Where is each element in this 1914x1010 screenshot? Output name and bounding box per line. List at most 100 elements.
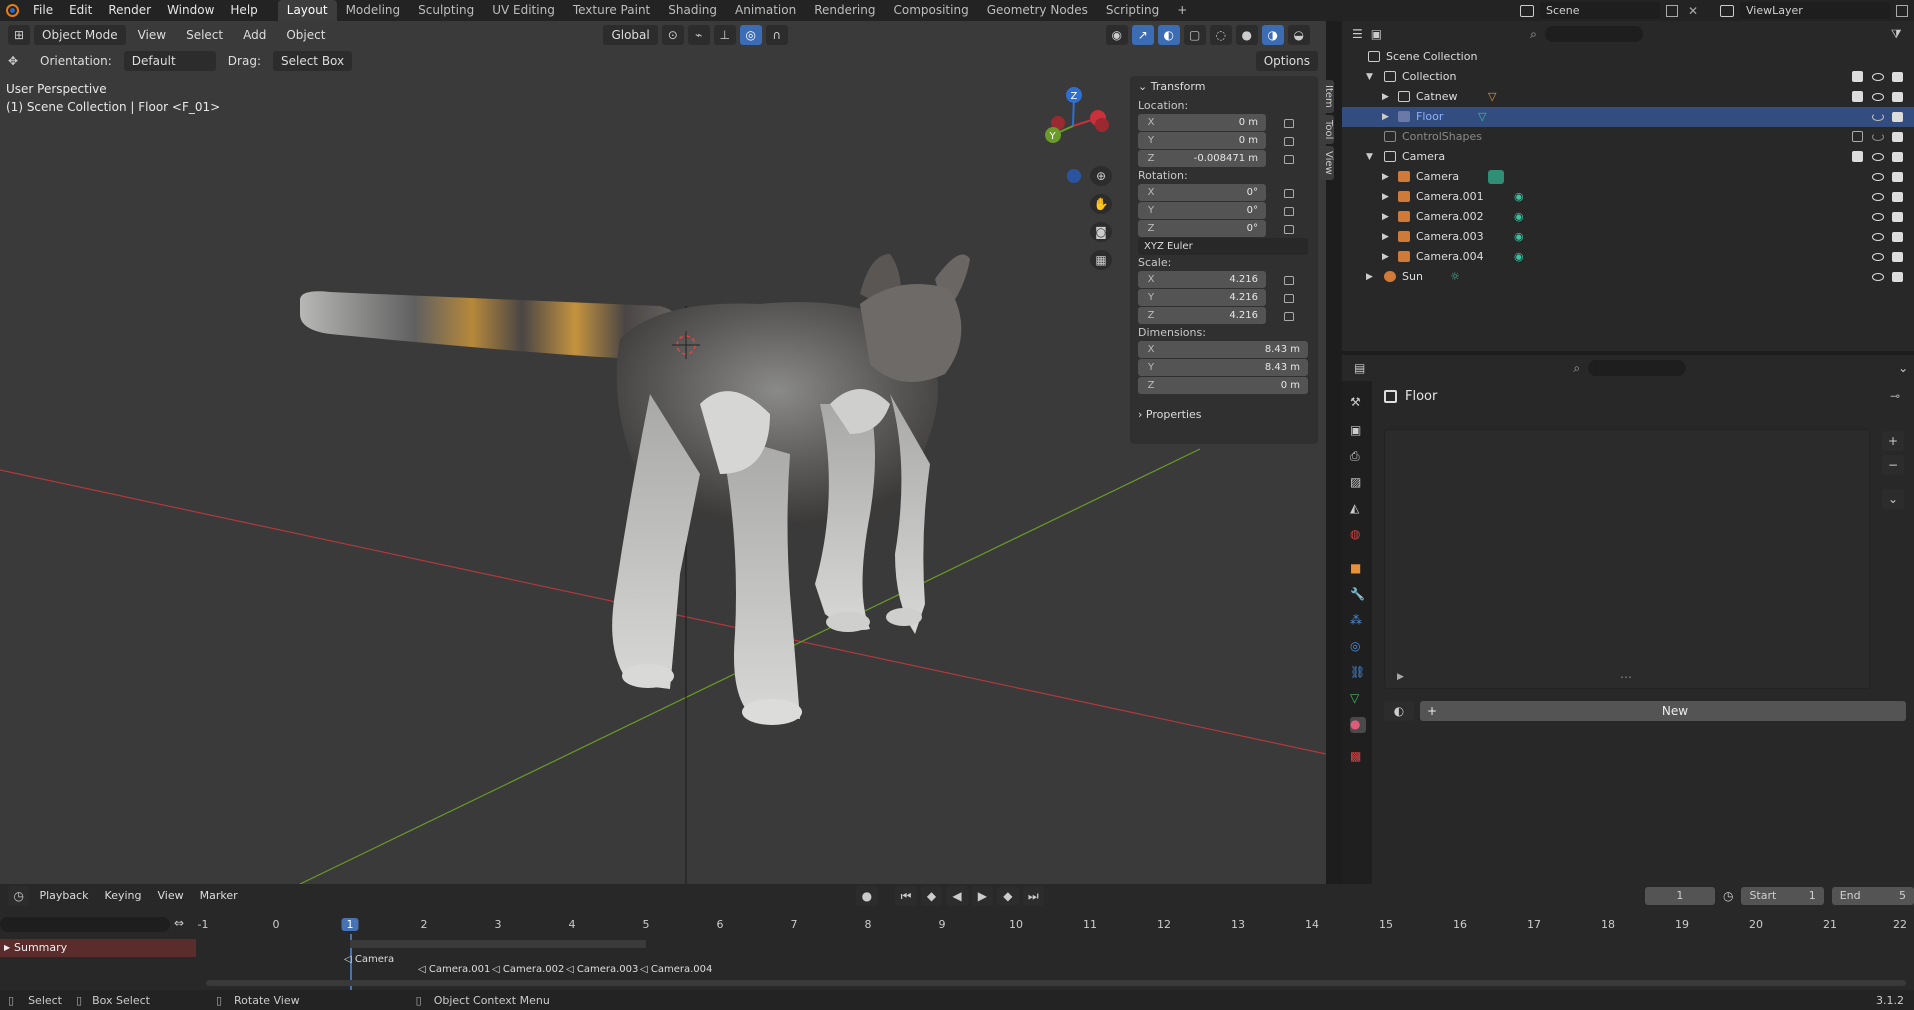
checkbox-icon[interactable] — [1852, 91, 1863, 102]
expand-arrow-icon[interactable]: ▶ — [1382, 227, 1389, 247]
prev-keyframe-icon[interactable]: ◆ — [920, 886, 943, 906]
workspace-tab-animation[interactable]: Animation — [726, 0, 805, 21]
rendered-shading-icon[interactable]: ◒ — [1287, 24, 1310, 45]
dimensions-x-field[interactable]: X 8.43 m — [1138, 341, 1308, 358]
workspace-tab-geometry-nodes[interactable]: Geometry Nodes — [978, 0, 1097, 21]
workspace-tab-uv-editing[interactable]: UV Editing — [483, 0, 564, 21]
new-scene-icon[interactable] — [1666, 4, 1678, 17]
outliner-row-camera-002[interactable]: ▶ Camera.002 ◉ — [1342, 207, 1914, 227]
remove-slot-icon[interactable]: − — [1882, 455, 1904, 475]
preview-range-icon[interactable]: ◷ — [1723, 889, 1733, 903]
lock-icon[interactable] — [1284, 188, 1294, 198]
options-button[interactable]: Options — [1255, 51, 1318, 71]
checkbox-icon[interactable] — [1852, 131, 1863, 142]
filter-icon[interactable]: ⧩ — [1891, 27, 1902, 42]
expand-arrow-icon[interactable]: ▶ — [1382, 167, 1389, 187]
xray-icon[interactable]: ▢ — [1183, 24, 1206, 45]
constraints-tab-icon[interactable]: ⛓ — [1350, 665, 1366, 681]
tab-tool[interactable]: Tool — [1320, 114, 1334, 145]
workspace-tab-scripting[interactable]: Scripting — [1097, 0, 1168, 21]
playhead-frame-indicator[interactable]: 1 — [341, 918, 359, 931]
orientation-selector[interactable]: Default — [123, 51, 216, 71]
material-slot-list[interactable]: ▶ ⋯ — [1384, 429, 1870, 689]
scale-z-field[interactable]: Z 4.216 — [1138, 307, 1266, 324]
location-y-field[interactable]: Y 0 m — [1138, 132, 1266, 149]
expand-arrow-icon[interactable]: ▶ — [1382, 207, 1389, 227]
gizmo-toggle-icon[interactable]: ↗ — [1131, 24, 1154, 45]
rotation-y-field[interactable]: Y 0° — [1138, 202, 1266, 219]
lock-icon[interactable] — [1284, 311, 1294, 321]
camera-render-icon[interactable] — [1892, 272, 1903, 282]
timeline-search-input[interactable] — [0, 917, 170, 932]
slot-menu-chevron-icon[interactable]: ⌄ — [1882, 489, 1904, 509]
marker-camera-004[interactable]: ◁ Camera.004 — [640, 964, 712, 975]
texture-tab-icon[interactable]: ▩ — [1350, 749, 1366, 765]
modifier-tab-icon[interactable]: 🔧 — [1350, 587, 1366, 603]
outliner-row-camera-001[interactable]: ▶ Camera.001 ◉ — [1342, 187, 1914, 207]
camera-render-icon[interactable] — [1892, 212, 1903, 222]
expand-arrow-icon[interactable]: ▶ — [1382, 107, 1389, 127]
outliner-search-input[interactable] — [1544, 26, 1643, 42]
add-slot-icon[interactable]: + — [1882, 431, 1904, 451]
view-layer-tab-icon[interactable]: ▨ — [1350, 475, 1366, 491]
outliner-row-camera-004[interactable]: ▶ Camera.004 ◉ — [1342, 247, 1914, 267]
physics-tab-icon[interactable]: ◎ — [1350, 639, 1366, 655]
tab-view[interactable]: View — [1320, 146, 1334, 180]
render-tab-icon[interactable]: ▣ — [1350, 423, 1366, 439]
menu-help[interactable]: Help — [222, 0, 265, 21]
lock-icon[interactable] — [1284, 206, 1294, 216]
eye-icon[interactable] — [1872, 93, 1884, 101]
scene-tab-icon[interactable]: ◭ — [1350, 501, 1366, 517]
current-frame-field[interactable]: 1 — [1644, 887, 1715, 905]
marker-camera[interactable]: ◁ Camera — [344, 954, 394, 965]
view-menu[interactable]: View — [130, 25, 174, 45]
eye-closed-icon[interactable] — [1872, 133, 1884, 141]
expand-arrow-icon[interactable]: ▶ — [1382, 87, 1389, 107]
swap-icon[interactable]: ⇔ — [174, 916, 184, 930]
menu-render[interactable]: Render — [100, 0, 159, 21]
start-frame-field[interactable]: Start 1 — [1741, 887, 1824, 905]
workspace-tab-rendering[interactable]: Rendering — [805, 0, 884, 21]
expand-arrow-icon[interactable]: ▶ — [1397, 672, 1404, 682]
dimensions-y-field[interactable]: Y 8.43 m — [1138, 359, 1308, 376]
marker-camera-001[interactable]: ◁ Camera.001 — [418, 964, 490, 975]
camera-render-icon[interactable] — [1892, 132, 1903, 142]
camera-render-icon[interactable] — [1892, 92, 1903, 102]
camera-render-icon[interactable] — [1892, 232, 1903, 242]
scene-selector[interactable]: Scene — [1540, 2, 1660, 19]
expand-arrow-icon[interactable]: ▶ — [1366, 267, 1373, 287]
proportional-editing-icon[interactable]: ◎ — [739, 24, 762, 45]
camera-render-icon[interactable] — [1892, 72, 1903, 82]
lock-icon[interactable] — [1284, 154, 1294, 164]
summary-channel[interactable]: ▶ Summary — [0, 939, 196, 957]
lock-icon[interactable] — [1284, 118, 1294, 128]
timeline-scrollbar[interactable] — [206, 980, 1906, 986]
add-workspace-button[interactable]: + — [1168, 0, 1196, 21]
eye-icon[interactable] — [1872, 213, 1884, 221]
play-icon[interactable]: ▶ — [971, 886, 994, 906]
workspace-tab-layout[interactable]: Layout — [277, 0, 337, 21]
timeline-view-menu[interactable]: View — [152, 886, 190, 906]
snap-target-icon[interactable]: ⊥ — [713, 24, 736, 45]
solid-shading-icon[interactable]: ● — [1235, 24, 1258, 45]
record-icon[interactable]: ● — [856, 886, 878, 906]
marker-camera-003[interactable]: ◁ Camera.003 — [566, 964, 638, 975]
camera-render-icon[interactable] — [1892, 152, 1903, 162]
jump-end-icon[interactable]: ⏭ — [1022, 886, 1045, 906]
menu-file[interactable]: File — [25, 0, 61, 21]
lock-icon[interactable] — [1284, 293, 1294, 303]
eye-icon[interactable] — [1872, 233, 1884, 241]
material-preview-icon[interactable]: ◑ — [1261, 24, 1284, 45]
tool-tab-icon[interactable]: ⚒ — [1350, 395, 1366, 411]
snap-icon[interactable]: ⌁ — [687, 24, 710, 45]
eye-icon[interactable] — [1872, 173, 1884, 181]
zoom-icon[interactable]: ⊕ — [1090, 166, 1112, 186]
expand-arrow-icon[interactable]: ▼ — [1366, 147, 1373, 167]
transform-orientation-selector[interactable]: Global — [603, 24, 658, 45]
output-tab-icon[interactable]: ⎙ — [1350, 449, 1366, 465]
blender-logo-icon[interactable] — [6, 4, 19, 17]
select-menu[interactable]: Select — [178, 25, 231, 45]
particles-tab-icon[interactable]: ⁂ — [1350, 613, 1366, 629]
expand-arrow-icon[interactable]: ▶ — [4, 939, 10, 957]
end-frame-field[interactable]: End 5 — [1831, 887, 1914, 905]
